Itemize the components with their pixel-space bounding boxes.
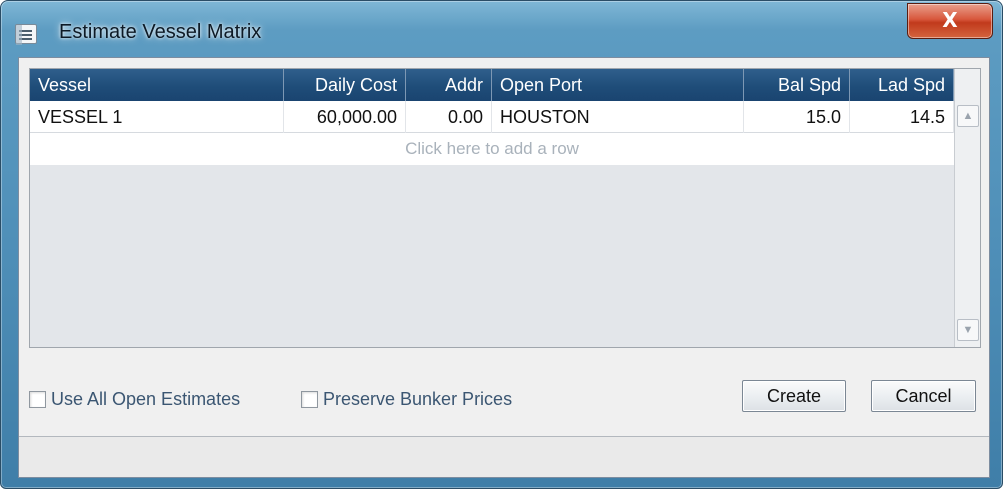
- use-all-open-estimates-checkbox[interactable]: [29, 390, 46, 408]
- cancel-button[interactable]: Cancel: [871, 380, 976, 412]
- scrollbar-corner: [955, 69, 980, 101]
- grid-header: Vessel Daily Cost Addr Open Port Bal Spd…: [30, 69, 954, 101]
- cell-lad-spd[interactable]: 14.5: [850, 101, 954, 133]
- vertical-scrollbar[interactable]: ▲ ▼: [954, 69, 980, 347]
- use-all-open-estimates-label[interactable]: Use All Open Estimates: [51, 389, 240, 410]
- options-row: Use All Open Estimates Preserve Bunker P…: [29, 384, 729, 414]
- cell-bal-spd[interactable]: 15.0: [744, 101, 850, 133]
- status-bar: [19, 436, 989, 477]
- cell-daily-cost[interactable]: 60,000.00: [284, 101, 406, 133]
- preserve-bunker-prices-label[interactable]: Preserve Bunker Prices: [323, 389, 512, 410]
- cell-vessel[interactable]: VESSEL 1: [30, 101, 284, 133]
- column-header-vessel[interactable]: Vessel: [30, 69, 284, 101]
- dialog-body: Vessel Daily Cost Addr Open Port Bal Spd…: [18, 57, 990, 478]
- create-button[interactable]: Create: [742, 380, 846, 412]
- scroll-down-icon[interactable]: ▼: [957, 319, 979, 341]
- document-list-icon: [15, 24, 37, 45]
- close-button[interactable]: X: [907, 3, 993, 39]
- preserve-bunker-prices-checkbox[interactable]: [301, 390, 318, 408]
- column-header-daily-cost[interactable]: Daily Cost: [284, 69, 406, 101]
- column-header-lad-spd[interactable]: Lad Spd: [850, 69, 954, 101]
- title-bar[interactable]: Estimate Vessel Matrix X: [1, 1, 1002, 57]
- cell-open-port[interactable]: HOUSTON: [492, 101, 744, 133]
- add-row-placeholder[interactable]: Click here to add a row: [30, 133, 954, 165]
- column-header-bal-spd[interactable]: Bal Spd: [744, 69, 850, 101]
- use-all-open-estimates-option[interactable]: Use All Open Estimates: [29, 384, 240, 414]
- table-row[interactable]: VESSEL 1 60,000.00 0.00 HOUSTON 15.0 14.…: [30, 101, 954, 133]
- window-title: Estimate Vessel Matrix: [59, 21, 262, 43]
- column-header-open-port[interactable]: Open Port: [492, 69, 744, 101]
- column-header-addr[interactable]: Addr: [406, 69, 492, 101]
- vessel-grid: Vessel Daily Cost Addr Open Port Bal Spd…: [29, 68, 981, 348]
- dialog-window: Estimate Vessel Matrix X Vessel Daily Co…: [0, 0, 1003, 489]
- cell-addr[interactable]: 0.00: [406, 101, 492, 133]
- scroll-up-icon[interactable]: ▲: [957, 105, 979, 127]
- preserve-bunker-prices-option[interactable]: Preserve Bunker Prices: [301, 384, 512, 414]
